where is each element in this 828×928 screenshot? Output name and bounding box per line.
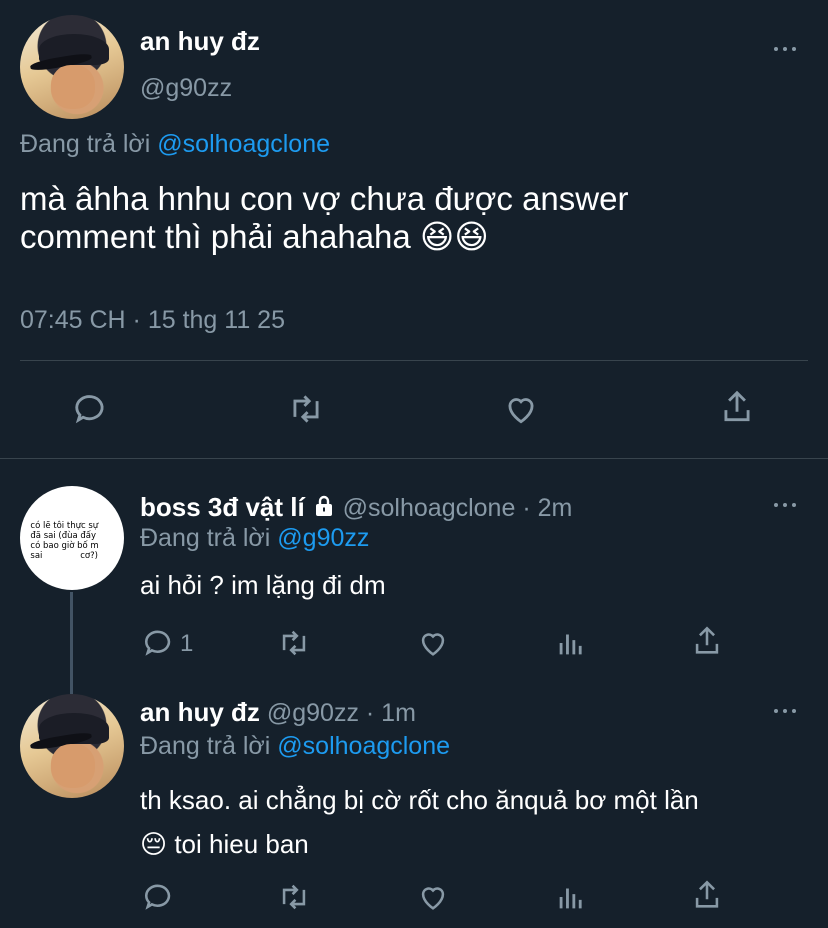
divider — [0, 458, 828, 459]
display-name[interactable]: an huy đz — [140, 26, 260, 57]
retweet-icon[interactable] — [276, 626, 312, 660]
relative-time[interactable]: · 2m — [522, 494, 572, 522]
mention-link[interactable]: @g90zz — [277, 524, 369, 552]
handle: @g90zz — [140, 74, 233, 102]
handle: @solhoagclone — [342, 494, 516, 522]
mention-link[interactable]: @solhoagclone — [277, 732, 450, 760]
like-icon[interactable] — [416, 880, 450, 914]
tweet-text: th ksao. ai chẳng bị cờ rốt cho ănquả bơ… — [140, 778, 699, 866]
divider — [20, 360, 808, 361]
avatar[interactable] — [20, 694, 124, 798]
display-name[interactable]: boss 3đ vật lí — [140, 492, 305, 522]
analytics-icon[interactable] — [554, 880, 588, 914]
like-icon[interactable] — [416, 626, 450, 660]
mention-link[interactable]: @solhoagclone — [157, 130, 330, 158]
avatar[interactable]: có lẽ tôi thực sự đã sai (đùa đấy có bao… — [20, 486, 124, 590]
reply-icon[interactable] — [72, 390, 110, 428]
reply-header: boss 3đ vật lí @solhoagclone · 2m — [140, 492, 572, 525]
timestamp[interactable]: 07:45 CH · 15 thg 11 25 — [20, 306, 285, 335]
reply-icon[interactable] — [142, 880, 176, 914]
reply-icon[interactable] — [142, 626, 176, 660]
retweet-icon[interactable] — [286, 390, 326, 428]
replying-to-line: Đang trả lời @g90zz — [140, 524, 369, 553]
tweet-text-line: th ksao. ai chẳng bị cờ rốt cho ănquả bơ… — [140, 785, 699, 815]
tweet-text-line: mà âhha hnhu con vợ chưa được answer — [20, 180, 629, 217]
tweet-text-line: comment thì phải ahahaha 😆😆 — [20, 218, 489, 255]
replying-to-line: Đang trả lời @solhoagclone — [20, 130, 330, 159]
replying-to-line: Đang trả lời @solhoagclone — [140, 732, 450, 761]
analytics-icon[interactable] — [554, 626, 588, 660]
avatar[interactable] — [20, 15, 124, 119]
reply-header: an huy đz @g90zz · 1m — [140, 697, 416, 728]
share-icon[interactable] — [690, 624, 724, 658]
avatar-caption: có lẽ tôi thực sự đã sai (đùa đấy có bao… — [30, 521, 99, 562]
tweet-text: mà âhha hnhu con vợ chưa được answer com… — [20, 180, 628, 256]
handle: @g90zz — [266, 699, 359, 727]
lock-icon — [312, 494, 336, 525]
share-icon[interactable] — [718, 388, 756, 426]
tweet-text-line: 😔 toi hieu ban — [140, 829, 309, 859]
more-icon[interactable] — [774, 706, 800, 716]
reply-count: 1 — [180, 630, 194, 657]
like-icon[interactable] — [502, 390, 540, 428]
replying-prefix: Đang trả lời — [140, 524, 271, 552]
replying-prefix: Đang trả lời — [140, 732, 271, 760]
thread-line — [70, 592, 73, 694]
replying-prefix: Đang trả lời — [20, 130, 151, 158]
share-icon[interactable] — [690, 878, 724, 912]
more-icon[interactable] — [774, 44, 800, 54]
more-icon[interactable] — [774, 500, 800, 510]
display-name[interactable]: an huy đz — [140, 697, 260, 727]
tweet-text: ai hỏi ? im lặng đi dm — [140, 570, 386, 600]
retweet-icon[interactable] — [276, 880, 312, 914]
relative-time[interactable]: · 1m — [366, 699, 416, 727]
